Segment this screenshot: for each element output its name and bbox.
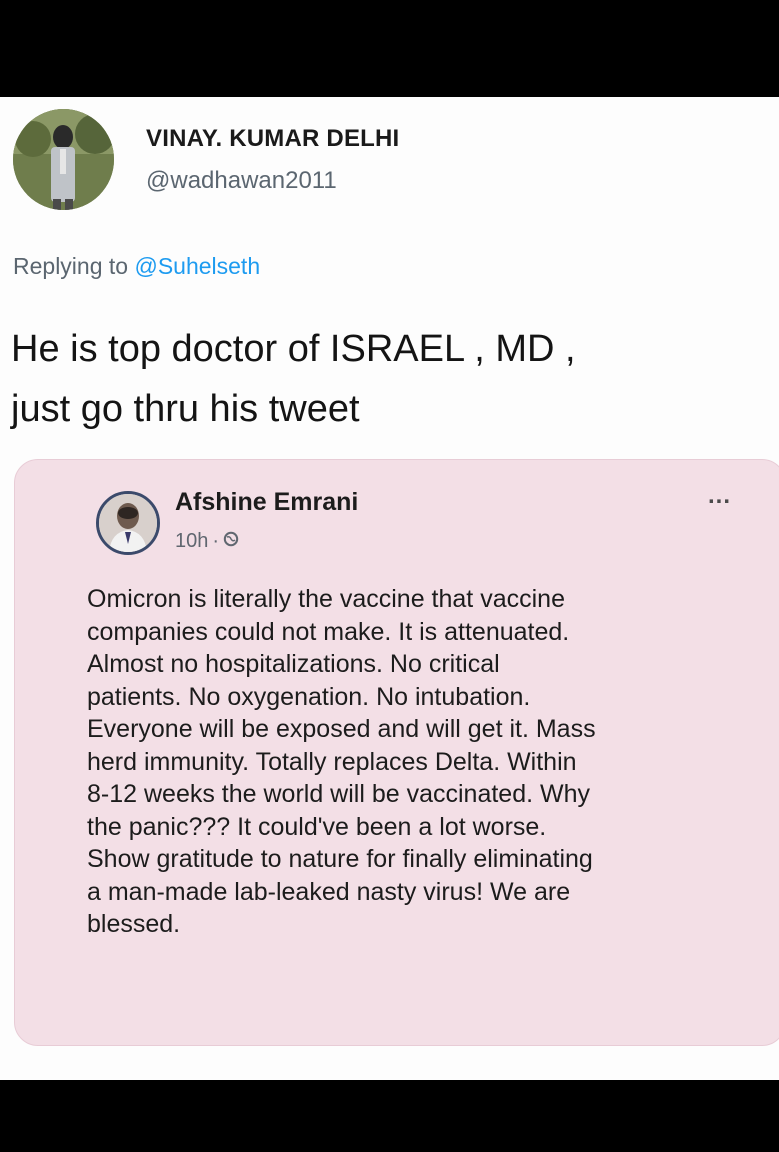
embedded-post-meta: 10h · — [175, 530, 239, 553]
post-text-line: herd immunity. Totally replaces Delta. W… — [87, 747, 577, 776]
tweet-text: He is top doctor of ISRAEL , MD , just g… — [11, 319, 771, 439]
globe-icon — [223, 530, 239, 553]
post-time[interactable]: 10h — [175, 530, 208, 553]
post-text-line: Omicron is literally the vaccine that va… — [87, 585, 565, 613]
embedded-author-name[interactable]: Afshine Emrani — [175, 488, 358, 517]
embedded-post-text: Omicron is literally the vaccine that va… — [87, 583, 767, 941]
replying-to-line: Replying to @Suhelseth — [13, 253, 260, 280]
author-name[interactable]: VINAY. KUMAR DELHI — [146, 125, 399, 153]
author-handle[interactable]: @wadhawan2011 — [146, 167, 337, 195]
post-text-line: blessed. — [87, 910, 181, 938]
post-text-line: patients. No oxygenation. No intubation. — [87, 682, 531, 711]
post-text-line: a man-made lab-leaked nasty virus! We ar… — [87, 877, 571, 906]
avatar[interactable] — [13, 109, 114, 210]
post-text-line: the panic??? It could've been a lot wors… — [87, 812, 547, 841]
post-text-line: Show gratitude to nature for finally eli… — [87, 845, 593, 873]
page: VINAY. KUMAR DELHI @wadhawan2011 Replyin… — [0, 0, 779, 1152]
tweet-card: VINAY. KUMAR DELHI @wadhawan2011 Replyin… — [0, 97, 779, 1080]
post-text-line: Everyone will be exposed and will get it… — [87, 715, 596, 743]
post-text-line: 8-12 weeks the world will be vaccinated.… — [87, 780, 591, 808]
reply-mention-link[interactable]: @Suhelseth — [134, 253, 260, 279]
embedded-avatar[interactable] — [96, 491, 160, 555]
more-options-icon[interactable]: ... — [708, 482, 731, 510]
meta-separator: · — [212, 530, 220, 552]
post-text-line: companies could not make. It is attenuat… — [87, 617, 570, 646]
embedded-post[interactable]: Afshine Emrani 10h · ... Omicron is lite… — [14, 459, 779, 1046]
tweet-text-line: just go thru his tweet — [11, 388, 360, 430]
tweet-text-line: He is top doctor of ISRAEL , MD , — [11, 328, 576, 370]
post-text-line: Almost no hospitalizations. No critical — [87, 650, 500, 678]
replying-to-label: Replying to — [13, 253, 129, 279]
